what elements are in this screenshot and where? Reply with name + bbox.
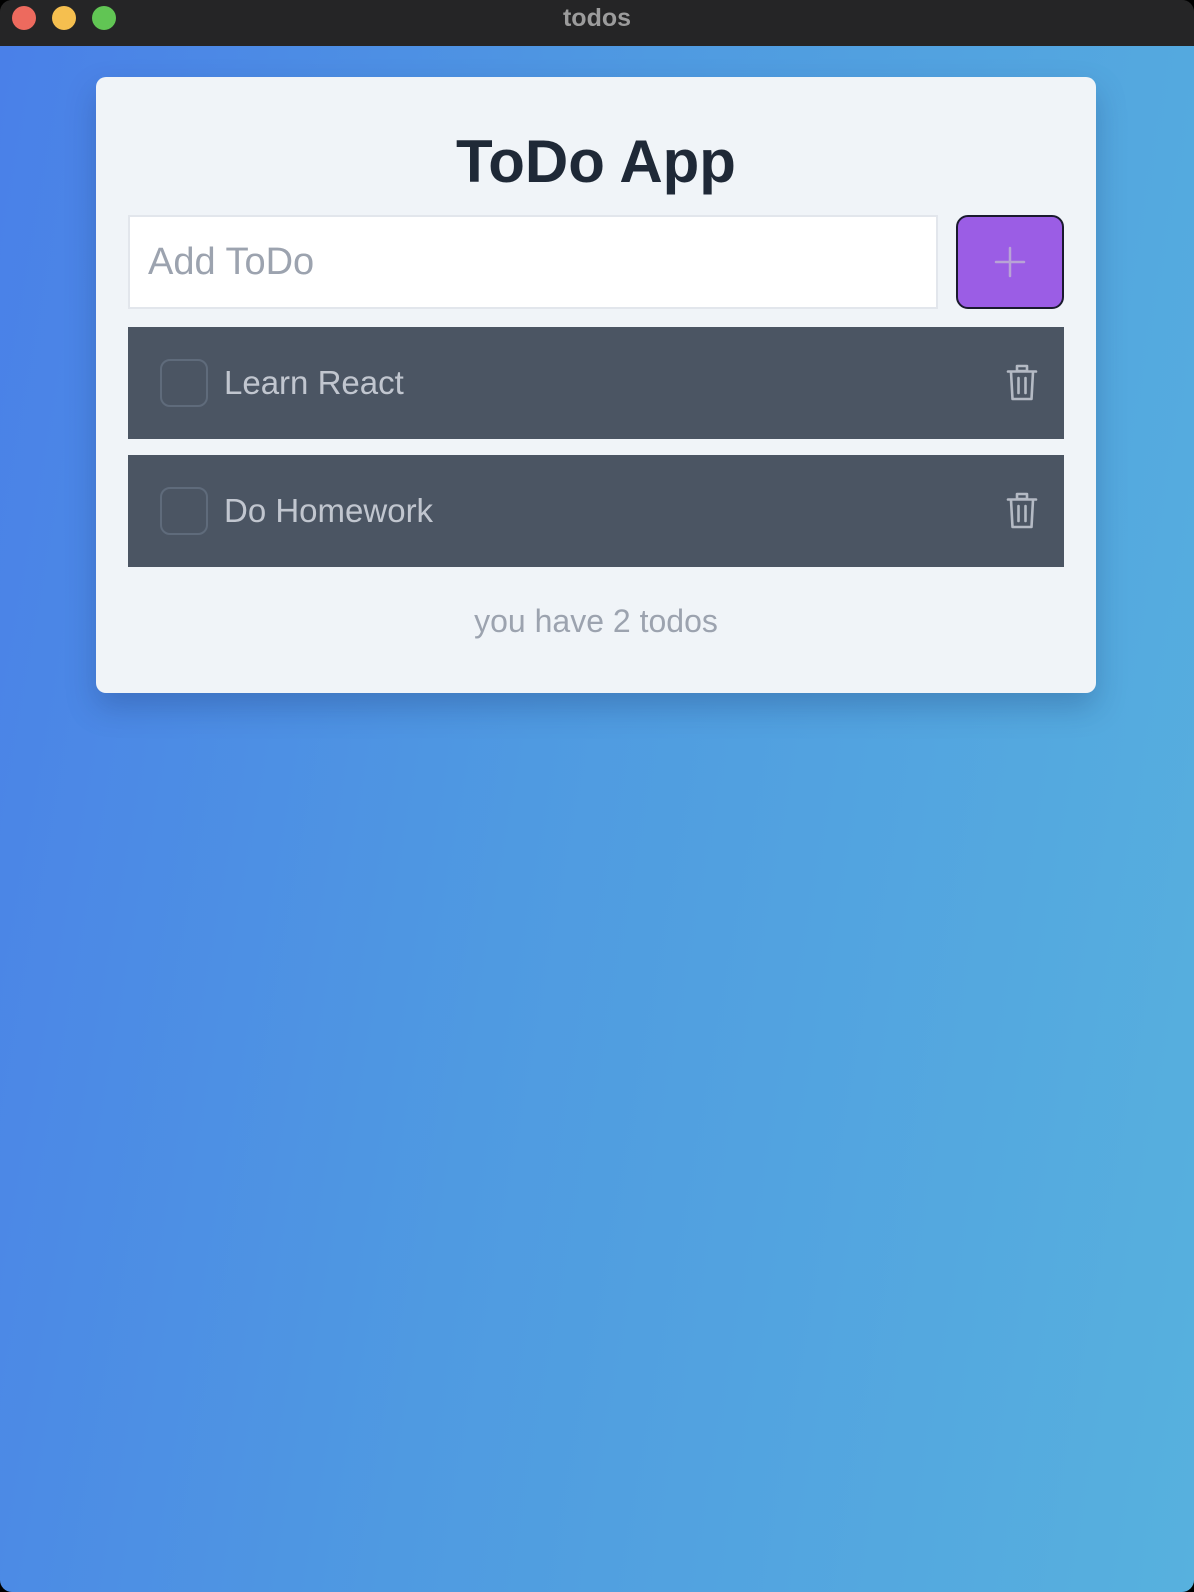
add-todo-button[interactable] [956,215,1064,309]
todo-label: Learn React [224,364,404,401]
todo-label: Do Homework [224,492,434,529]
title-bar: todos [0,0,1194,46]
todo-checkbox[interactable] [160,359,208,407]
main-background: ToDo App Learn React [0,46,1194,1592]
todo-checkbox[interactable] [160,487,208,535]
todo-card: ToDo App Learn React [96,77,1096,693]
todo-count: you have 2 todos [474,603,718,639]
app-title: ToDo App [456,128,736,195]
app-window: todos ToDo App Learn React [0,0,1194,1592]
window-title: todos [562,4,632,32]
trash-icon[interactable] [1002,363,1042,403]
todo-item: Do Homework [128,455,1064,567]
trash-icon[interactable] [1002,491,1042,531]
todo-item: Learn React [128,327,1064,439]
add-todo-input[interactable] [128,215,938,309]
plus-icon [958,244,1062,280]
todo-list: Learn React Do Homework [128,327,1064,583]
